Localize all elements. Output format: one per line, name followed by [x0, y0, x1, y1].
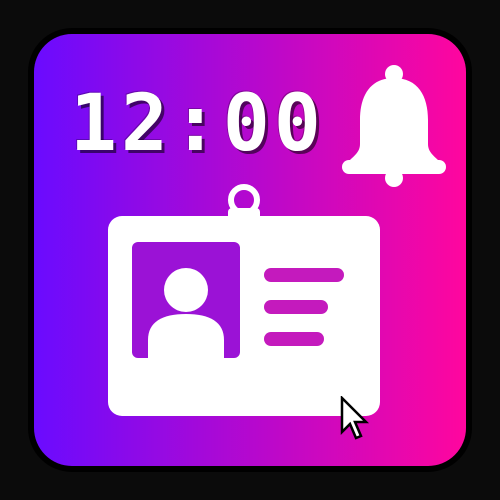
id-badge-icon[interactable]	[104, 180, 384, 418]
mouse-pointer-icon	[340, 396, 370, 444]
app-tile[interactable]: 12:00	[28, 28, 472, 472]
bell-icon[interactable]	[336, 62, 452, 188]
app-tile-background: 12:00	[34, 34, 466, 466]
clock-time: 12:00	[70, 79, 325, 169]
